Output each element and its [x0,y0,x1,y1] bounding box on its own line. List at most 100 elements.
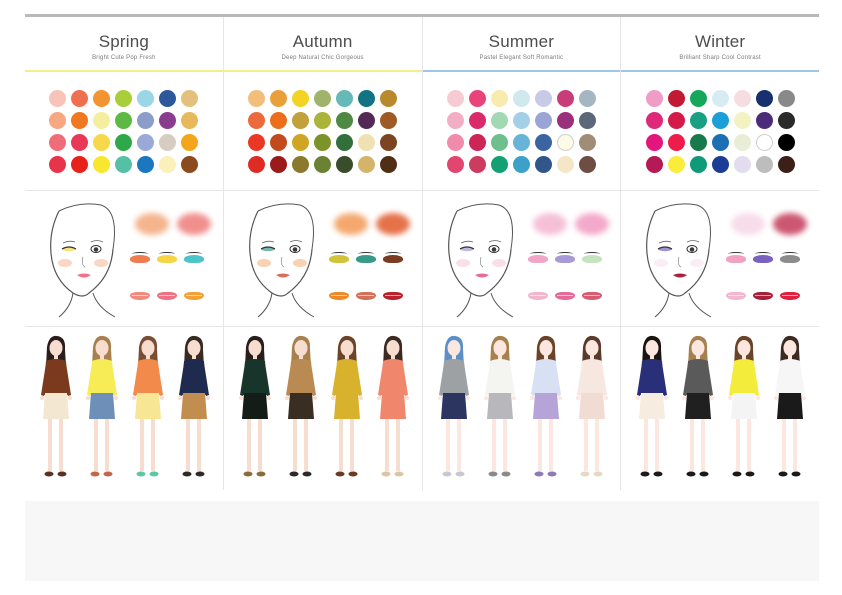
color-swatch [556,111,574,129]
eyeshadow-swatch [157,252,177,263]
outfit-figure [178,335,210,477]
color-swatch [336,133,354,151]
color-swatch [358,133,376,151]
eyeshadow-swatch [130,252,150,263]
color-swatch [270,133,288,151]
color-swatch [556,89,574,107]
lipstick-swatch [184,292,204,300]
color-swatch [446,89,464,107]
color-swatch [534,89,552,107]
color-swatch [137,155,155,173]
color-swatch [490,133,508,151]
season-subtitle: Brilliant Sharp Cool Contrast [679,55,761,61]
outfit-figure [238,335,271,477]
outfit-figure [284,335,317,477]
color-swatch [490,89,508,107]
color-swatch [336,155,354,173]
color-swatch [292,155,310,173]
color-swatch [71,89,89,107]
outfit-figure [132,335,164,477]
color-swatch [578,89,596,107]
outfit-figure [636,335,669,477]
eyeshadow-swatch [780,252,801,263]
color-swatch [181,155,199,173]
color-swatch [446,111,464,129]
color-swatch [181,89,199,107]
color-swatch [314,89,332,107]
color-swatch [358,111,376,129]
eyeshadow-swatch [726,252,747,263]
color-swatch [115,133,133,151]
season-header: Autumn Deep Natural Chic Gorgeous [223,17,422,72]
color-swatch [468,111,486,129]
color-swatch [755,133,773,151]
season-column-autumn: Autumn Deep Natural Chic Gorgeous [222,17,422,490]
color-swatch [689,111,707,129]
color-swatch [93,155,111,173]
color-swatch [93,133,111,151]
color-swatch [115,89,133,107]
outfit-figure [682,335,715,477]
face-illustration [447,203,513,318]
makeup-panel [621,191,819,327]
face-illustration [50,203,116,318]
color-swatch [115,111,133,129]
color-swatch [292,89,310,107]
color-swatch [159,155,177,173]
color-swatch [512,89,530,107]
color-swatch [93,89,111,107]
color-swatch [159,111,177,129]
lipstick-swatch [382,292,403,300]
lipstick-swatch [753,292,774,300]
season-header: Summer Pastel Elegant Soft Romantic [422,17,621,72]
blush-swatch [773,213,808,235]
color-swatch [711,89,729,107]
color-swatch [314,111,332,129]
eyeshadow-swatch [753,252,774,263]
color-swatch [71,133,89,151]
eyeshadow-swatch [527,252,548,263]
season-underline [25,70,223,72]
outfit-figure [575,335,608,477]
color-swatch [468,89,486,107]
color-swatch [93,111,111,129]
color-swatch [645,133,663,151]
season-title: Spring [98,32,150,51]
outfit-panel [621,327,819,490]
color-palette [422,72,621,191]
outfit-panel [25,327,223,490]
bottom-panel [25,501,819,581]
color-swatch [534,133,552,151]
color-swatch [446,133,464,151]
outfit-figure [437,335,470,477]
color-swatch [248,89,266,107]
color-swatch [711,155,729,173]
eyeshadow-swatch [581,252,602,263]
lipstick-swatch [780,292,801,300]
color-swatch [711,133,729,151]
color-swatch [711,111,729,129]
outfit-figure [376,335,409,477]
outfit-panel [224,327,422,490]
color-swatch [733,155,751,173]
color-swatch [733,89,751,107]
outfit-figure [529,335,562,477]
blush-swatch [135,213,169,235]
lipstick-swatch [130,292,150,300]
color-swatch [137,89,155,107]
outfit-panel [423,327,621,490]
season-column-spring: Spring Bright Cute Pop Fresh [25,17,223,490]
makeup-panel [223,191,422,327]
eyeshadow-swatch [382,252,403,263]
color-swatch [512,155,530,173]
eyeshadow-swatch [328,252,349,263]
color-swatch [468,133,486,151]
color-palette [621,72,819,191]
color-swatch [181,133,199,151]
color-swatch [248,155,266,173]
season-column-winter: Winter Brilliant Sharp Cool Contrast [620,17,819,490]
color-swatch [159,89,177,107]
makeup-panel [25,191,223,327]
season-underline [621,70,819,72]
color-swatch [336,89,354,107]
